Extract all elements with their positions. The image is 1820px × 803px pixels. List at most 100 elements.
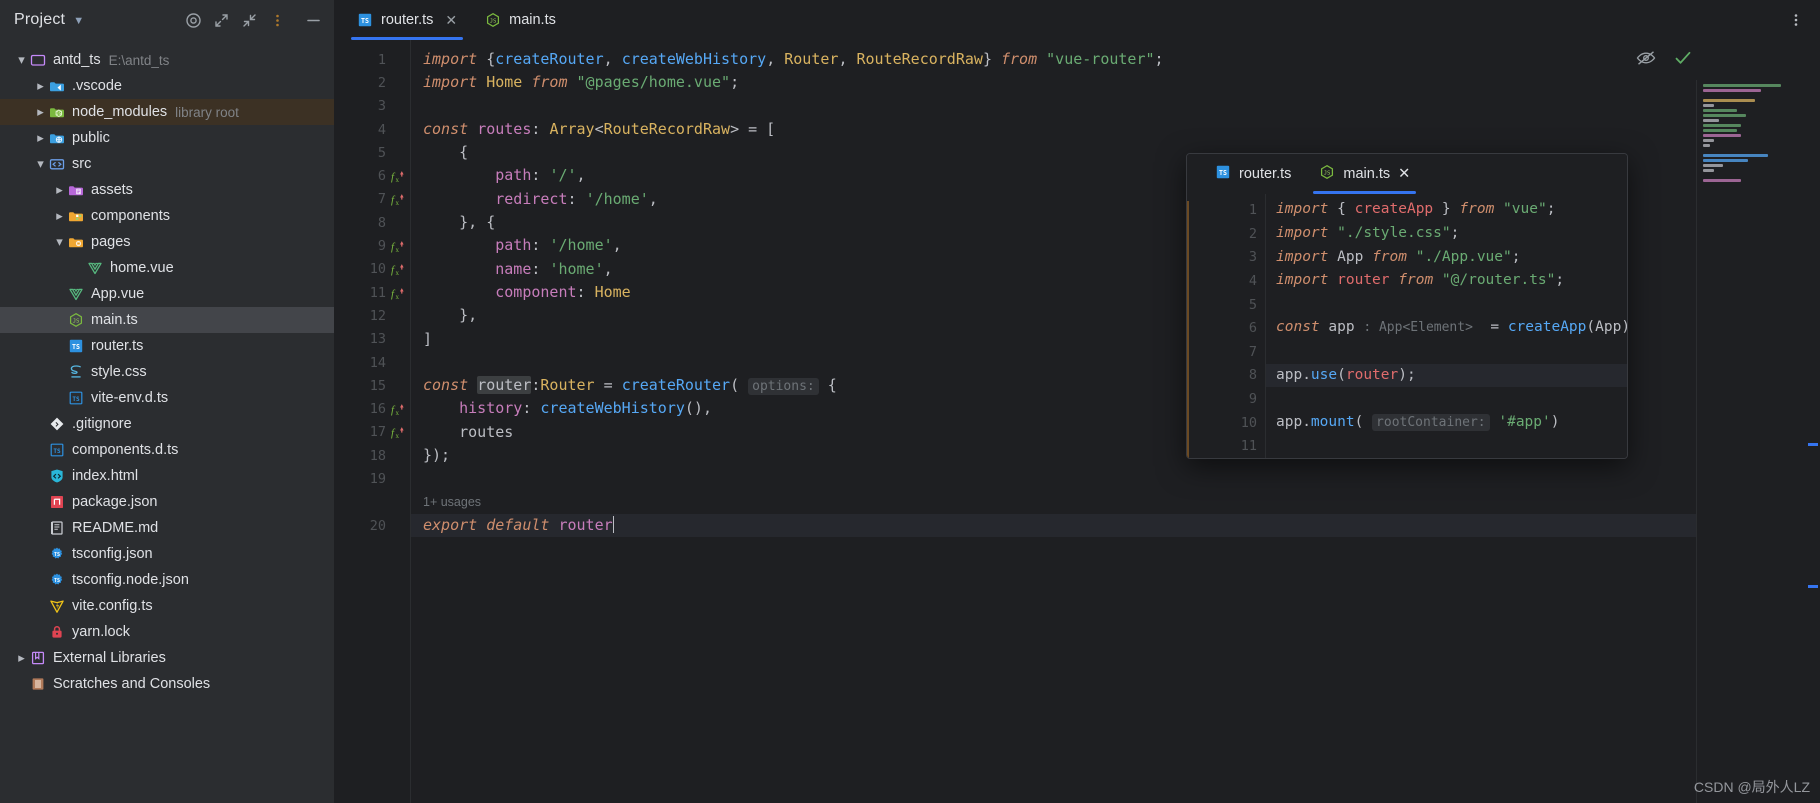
editor-tabbar[interactable]: TS router.ts ✕ JS main.ts — [335, 0, 1820, 40]
collapse-icon[interactable] — [238, 9, 260, 31]
popup-code-line[interactable]: import router from "@/router.ts"; — [1266, 269, 1627, 293]
close-icon[interactable]: ✕ — [445, 13, 457, 27]
editor-tab-main-ts[interactable]: JS main.ts — [471, 0, 570, 40]
gutter-line[interactable]: 19 — [335, 467, 410, 490]
tree-item-node-modules[interactable]: ▸ JS node_modules library root — [0, 99, 334, 125]
gutter-line[interactable]: 7 fx — [335, 188, 410, 211]
gutter-line[interactable]: 11 f x — [335, 281, 410, 304]
chevron-down-icon[interactable]: ▼ — [73, 15, 84, 27]
minimap[interactable] — [1703, 84, 1815, 184]
popup-code-line[interactable]: app.use(router); — [1266, 363, 1627, 388]
function-marker-icon[interactable]: fx — [391, 262, 404, 277]
tree-item-package-json[interactable]: package.json — [0, 489, 334, 515]
popup-tab-main-ts[interactable]: JS main.ts ✕ — [1305, 154, 1424, 195]
chevron-right-icon[interactable]: ▸ — [14, 650, 29, 666]
gutter-line[interactable]: 1 — [335, 48, 410, 71]
chevron-right-icon[interactable]: ▸ — [33, 78, 48, 94]
gutter-line[interactable]: 12 — [335, 304, 410, 327]
tree-item-vite-env-d-ts[interactable]: TS vite-env.d.ts — [0, 385, 334, 411]
popup-code-line[interactable]: import "./style.css"; — [1266, 222, 1627, 246]
popup-code-line[interactable] — [1266, 387, 1627, 411]
tree-item-scratches-and-consoles[interactable]: Scratches and Consoles — [0, 671, 334, 697]
function-marker-icon[interactable]: fx — [391, 192, 404, 207]
chevron-down-icon[interactable]: ▾ — [33, 156, 48, 172]
tree-item-main-ts[interactable]: JS main.ts — [0, 307, 334, 333]
gutter-line[interactable]: 16 f x — [335, 397, 410, 420]
code-line[interactable]: import {createRouter, createWebHistory, … — [411, 48, 1820, 71]
tree-item-index-html[interactable]: index.html — [0, 463, 334, 489]
popup-code-content[interactable]: import { createApp } from "vue"; import "… — [1265, 194, 1627, 458]
tree-item-assets[interactable]: ▸ assets — [0, 177, 334, 203]
gutter-line[interactable]: 20 — [335, 514, 410, 537]
tree-item-src[interactable]: ▾ src — [0, 151, 334, 177]
usages-hint[interactable]: 1+ usages — [411, 491, 1820, 514]
tree-item-pages[interactable]: ▾ pages — [0, 229, 334, 255]
gutter-line[interactable]: 5 — [335, 141, 410, 164]
gutter-line[interactable]: 4 — [335, 118, 410, 141]
floating-editor-popup[interactable]: TS router.ts JS main.ts ✕ 1 2 3 4 5 6 7 8 9 10 11 impo… — [1186, 153, 1628, 459]
popup-code-line[interactable] — [1266, 293, 1627, 317]
tree-item-components-d-ts[interactable]: TS components.d.ts — [0, 437, 334, 463]
tree-item-app-vue[interactable]: App.vue — [0, 281, 334, 307]
eye-off-icon[interactable] — [1636, 50, 1656, 71]
function-marker-icon[interactable]: fx — [391, 169, 404, 184]
gutter-line[interactable]: 18 — [335, 444, 410, 467]
popup-code-line[interactable]: import App from "./App.vue"; — [1266, 246, 1627, 270]
tree-item-antd-ts[interactable]: ▾ antd_ts E:\antd_ts — [0, 47, 334, 73]
gutter-line[interactable]: 15 — [335, 374, 410, 397]
editor-more-options-icon[interactable] — [1772, 0, 1820, 40]
tree-item-readme-md[interactable]: README.md — [0, 515, 334, 541]
gutter-line[interactable]: 2 — [335, 71, 410, 94]
editor-tab-router-ts[interactable]: TS router.ts ✕ — [343, 0, 471, 40]
code-line[interactable] — [411, 467, 1820, 490]
popup-code-line[interactable]: import { createApp } from "vue"; — [1266, 198, 1627, 222]
function-marker-icon[interactable]: fx — [391, 425, 404, 440]
chevron-down-icon[interactable]: ▾ — [52, 234, 67, 250]
tree-item-yarn-lock[interactable]: yarn.lock — [0, 619, 334, 645]
popup-code-line[interactable]: const app : App<Element> = createApp(App… — [1266, 316, 1627, 340]
code-line[interactable]: const routes: Array<RouteRecordRaw> = [ — [411, 118, 1820, 141]
popup-code-line[interactable]: app.mount( rootContainer: '#app') — [1266, 411, 1627, 435]
function-marker-icon[interactable]: fx — [391, 286, 404, 301]
gutter-line[interactable]: 10 f x — [335, 258, 410, 281]
gutter-line[interactable]: 3 — [335, 95, 410, 118]
tree-item-home-vue[interactable]: home.vue — [0, 255, 334, 281]
tree-item-components[interactable]: ▸ components — [0, 203, 334, 229]
function-marker-icon[interactable]: fx — [391, 402, 404, 417]
expand-icon[interactable] — [210, 9, 232, 31]
tree-item-router-ts[interactable]: TS router.ts — [0, 333, 334, 359]
code-line[interactable]: import Home from "@pages/home.vue"; — [411, 71, 1820, 94]
code-line[interactable]: export default router — [411, 513, 1820, 538]
code-line[interactable] — [411, 95, 1820, 118]
gutter-line[interactable]: 17 f x — [335, 421, 410, 444]
close-icon[interactable]: ✕ — [1398, 166, 1410, 182]
chevron-right-icon[interactable]: ▸ — [33, 130, 48, 146]
tree-item-tsconfig-json[interactable]: TS tsconfig.json — [0, 541, 334, 567]
chevron-right-icon[interactable]: ▸ — [33, 104, 48, 120]
editor-inspection-widgets[interactable] — [1636, 50, 1692, 71]
chevron-right-icon[interactable]: ▸ — [52, 182, 67, 198]
editor-gutter[interactable]: 1 2 3 4 5 6 f x 7 f x 8 9 f x 10 f x 11 f x 12 13 14 15 16 f x 17 f x 1… — [335, 40, 410, 803]
tree-item-tsconfig-node-json[interactable]: TS tsconfig.node.json — [0, 567, 334, 593]
gutter-line[interactable]: 9 fx — [335, 234, 410, 257]
popup-code-body[interactable]: 1 2 3 4 5 6 7 8 9 10 11 import { createApp } from … — [1187, 194, 1627, 458]
editor-minimap-strip[interactable] — [1696, 80, 1820, 803]
tree-item--gitignore[interactable]: .gitignore — [0, 411, 334, 437]
project-tree[interactable]: ▾ antd_ts E:\antd_ts ▸ .vscode ▸ JS node_module… — [0, 40, 334, 803]
chevron-right-icon[interactable]: ▸ — [52, 208, 67, 224]
tree-item-public[interactable]: ▸ public — [0, 125, 334, 151]
function-marker-icon[interactable]: fx — [391, 239, 404, 254]
popup-code-line[interactable] — [1266, 434, 1627, 458]
gutter-line[interactable]: 6 fx — [335, 164, 410, 187]
checkmark-ok-icon[interactable] — [1674, 50, 1692, 71]
popup-tabbar[interactable]: TS router.ts JS main.ts ✕ — [1187, 154, 1627, 195]
tree-item--vscode[interactable]: ▸ .vscode — [0, 73, 334, 99]
minimize-panel-icon[interactable] — [302, 9, 324, 31]
popup-tab-router-ts[interactable]: TS router.ts — [1201, 154, 1305, 194]
gutter-line[interactable]: 13 — [335, 328, 410, 351]
tree-item-vite-config-ts[interactable]: vite.config.ts — [0, 593, 334, 619]
chevron-down-icon[interactable]: ▾ — [14, 52, 29, 68]
target-icon[interactable] — [182, 9, 204, 31]
popup-code-line[interactable] — [1266, 340, 1627, 364]
gutter-line[interactable]: 8 — [335, 211, 410, 234]
